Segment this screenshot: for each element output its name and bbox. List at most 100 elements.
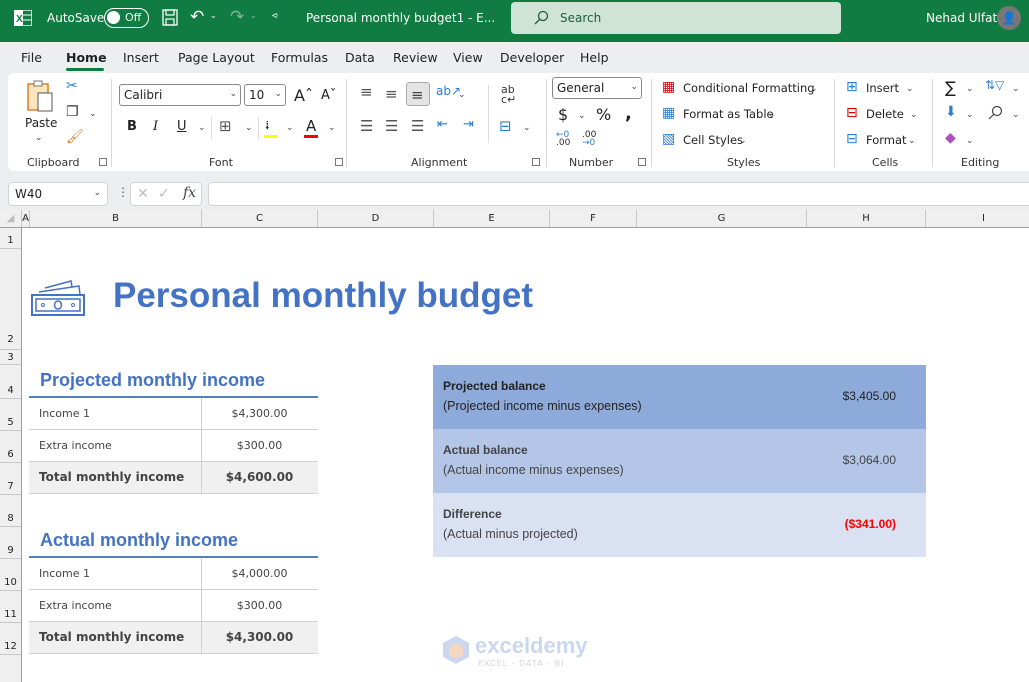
conditional-formatting-icon[interactable]: ▦ [662, 79, 675, 95]
borders-dropdown-icon[interactable]: ⌄ [245, 123, 253, 133]
cell-styles-icon[interactable]: ▧ [662, 131, 675, 147]
tab-view[interactable]: View [453, 50, 483, 65]
orientation-dropdown-icon[interactable]: ⌄ [458, 90, 466, 100]
autosave-toggle[interactable]: Off [104, 8, 149, 28]
fill-dropdown-icon[interactable]: ⌄ [966, 110, 974, 120]
align-left-icon[interactable]: ☰ [360, 117, 373, 135]
row-header-12[interactable]: 12 [0, 623, 21, 655]
row-header-7[interactable]: 7 [0, 463, 21, 495]
select-all-corner[interactable]: ◢ [0, 210, 22, 227]
align-center-icon[interactable]: ☰ [385, 117, 398, 135]
middle-align-icon[interactable]: ≡ [385, 85, 398, 103]
align-right-icon[interactable]: ☰ [411, 117, 424, 135]
copy-dropdown-icon[interactable]: ⌄ [89, 109, 97, 119]
row-header-8[interactable]: 8 [0, 495, 21, 527]
font-name-combo[interactable]: Calibri ⌄ [119, 84, 241, 106]
insert-cells-icon[interactable]: ⊞ [846, 79, 858, 95]
decrease-decimal-icon[interactable]: .00 →0 [582, 131, 596, 148]
paste-icon[interactable] [26, 79, 56, 113]
copy-icon[interactable]: ❐ [66, 104, 79, 120]
column-header-e[interactable]: E [434, 210, 550, 227]
autosum-icon[interactable]: ∑ [945, 78, 956, 97]
row-header-2[interactable]: 2 [0, 249, 21, 350]
top-align-icon[interactable]: ≡ [360, 83, 373, 101]
wrap-text-icon[interactable]: ab c↵ [501, 84, 516, 105]
autosum-dropdown-icon[interactable]: ⌄ [966, 84, 974, 94]
format-painter-icon[interactable]: 🖌 [66, 129, 84, 145]
redo-dropdown-icon[interactable]: ⌄ [250, 11, 257, 20]
cancel-icon[interactable]: ✕ [137, 186, 149, 202]
row-header-1[interactable]: 1 [0, 228, 21, 249]
fill-icon[interactable]: ⬇ [945, 104, 957, 120]
table-row[interactable]: Extra income $300.00 [29, 590, 318, 622]
total-row[interactable]: Total monthly income $4,300.00 [29, 622, 318, 654]
increase-decimal-icon[interactable]: ←0.00 [556, 131, 570, 148]
total-row[interactable]: Total monthly income $4,600.00 [29, 462, 318, 494]
sort-filter-icon[interactable]: ⇅▽ [985, 78, 1004, 92]
find-select-dropdown-icon[interactable]: ⌄ [1012, 110, 1020, 120]
sort-filter-dropdown-icon[interactable]: ⌄ [1012, 84, 1020, 94]
insert-function-button[interactable]: fx [183, 185, 196, 201]
projected-balance-block[interactable]: Projected balance (Projected income minu… [433, 365, 926, 429]
tab-home[interactable]: Home [66, 50, 107, 65]
column-header-g[interactable]: G [637, 210, 807, 227]
table-row[interactable]: Extra income $300.00 [29, 430, 318, 462]
format-as-table-icon[interactable]: ▦ [662, 105, 675, 121]
decrease-font-size-icon[interactable]: Aˇ [321, 88, 336, 103]
clipboard-launcher-icon[interactable] [99, 158, 107, 166]
increase-font-size-icon[interactable]: Aˆ [294, 86, 313, 105]
more-options-icon[interactable]: ⋮ [117, 185, 129, 199]
decrease-indent-icon[interactable]: ⇤ [437, 117, 448, 132]
clear-icon[interactable]: ◆ [945, 130, 956, 146]
font-color-icon[interactable]: A [306, 117, 316, 135]
tab-insert[interactable]: Insert [123, 50, 159, 65]
row-header-3[interactable]: 3 [0, 350, 21, 365]
font-size-combo[interactable]: 10 ⌄ [244, 84, 286, 106]
format-cells-button[interactable]: Format [866, 133, 907, 147]
row-header-4[interactable]: 4 [0, 365, 21, 399]
column-header-b[interactable]: B [30, 210, 202, 227]
underline-dropdown-icon[interactable]: ⌄ [198, 123, 206, 133]
underline-button[interactable]: U [177, 119, 187, 134]
search-box[interactable]: Search [511, 2, 841, 34]
merge-center-icon[interactable]: ⊟ [499, 117, 512, 135]
undo-icon[interactable]: ↶ [190, 7, 204, 27]
font-launcher-icon[interactable] [335, 158, 343, 166]
column-header-d[interactable]: D [318, 210, 434, 227]
row-header-5[interactable]: 5 [0, 399, 21, 431]
column-header-c[interactable]: C [202, 210, 318, 227]
italic-button[interactable]: I [153, 119, 158, 134]
column-header-h[interactable]: H [807, 210, 926, 227]
insert-cells-button[interactable]: Insert [866, 81, 899, 95]
name-box[interactable]: W40 ⌄ [8, 182, 108, 206]
column-header-i[interactable]: I [926, 210, 1029, 227]
column-header-a[interactable]: A [22, 210, 30, 227]
formula-input[interactable] [208, 182, 1029, 206]
conditional-formatting-button[interactable]: Conditional Formatting [683, 81, 815, 95]
table-row[interactable]: Income 1 $4,300.00 [29, 398, 318, 430]
format-cells-icon[interactable]: ⊟ [846, 131, 858, 147]
undo-dropdown-icon[interactable]: ⌄ [210, 11, 217, 20]
bottom-align-button[interactable]: ≡ [406, 82, 430, 106]
tab-page-layout[interactable]: Page Layout [178, 50, 255, 65]
row-header-9[interactable]: 9 [0, 527, 21, 559]
paste-dropdown-icon[interactable]: ⌄ [35, 133, 43, 143]
font-color-dropdown-icon[interactable]: ⌄ [328, 123, 336, 133]
tab-formulas[interactable]: Formulas [271, 50, 328, 65]
currency-icon[interactable]: $ [558, 105, 568, 124]
row-header-10[interactable]: 10 [0, 559, 21, 591]
find-select-icon[interactable] [987, 105, 1003, 121]
merge-dropdown-icon[interactable]: ⌄ [523, 123, 531, 133]
row-header-6[interactable]: 6 [0, 431, 21, 463]
difference-block[interactable]: Difference (Actual minus projected) ($34… [433, 493, 926, 557]
delete-cells-button[interactable]: Delete [866, 107, 904, 121]
paste-label[interactable]: Paste [25, 116, 57, 130]
increase-indent-icon[interactable]: ⇥ [463, 117, 474, 132]
redo-icon[interactable]: ↷ [230, 7, 244, 27]
customize-toolbar-icon[interactable]: ⪦ [272, 10, 278, 21]
column-header-f[interactable]: F [550, 210, 637, 227]
tab-file[interactable]: File [21, 50, 42, 65]
borders-icon[interactable]: ⊞ [219, 117, 232, 135]
tab-help[interactable]: Help [580, 50, 609, 65]
number-format-combo[interactable]: General ⌄ [552, 77, 642, 99]
